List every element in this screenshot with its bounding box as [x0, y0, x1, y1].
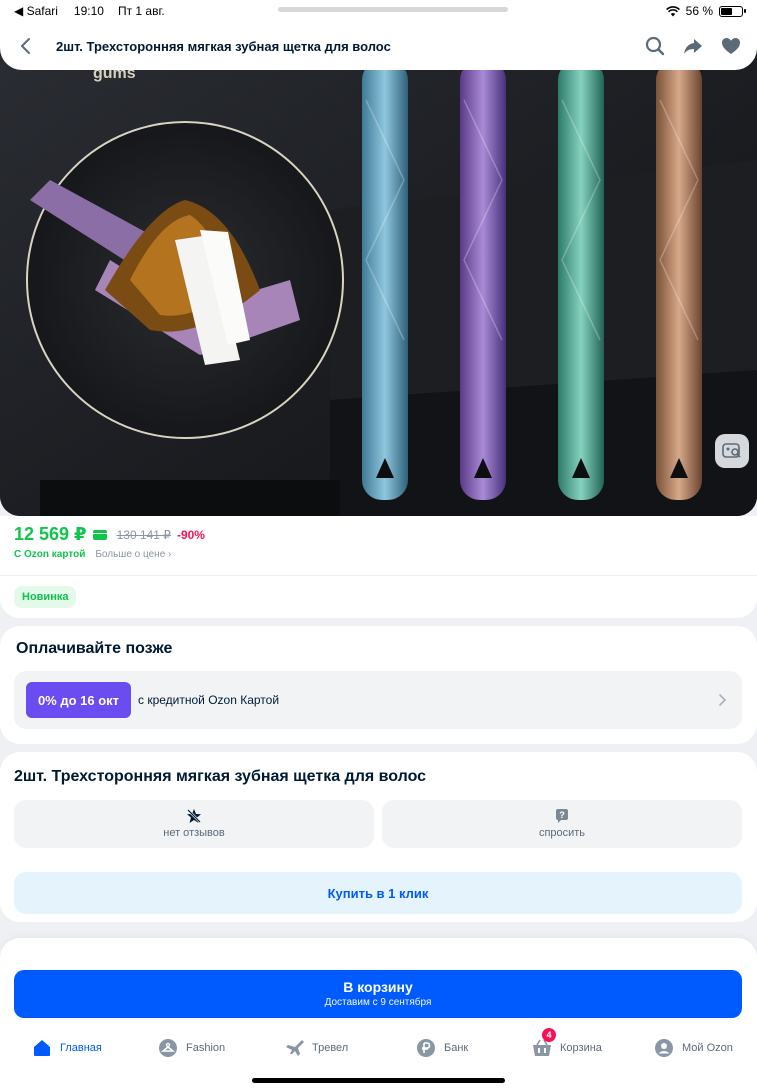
image-search-button[interactable] [715, 434, 749, 468]
tab-home[interactable]: Главная [32, 1036, 102, 1060]
new-badge: Новинка [14, 586, 77, 608]
discount-badge: -90% [176, 527, 205, 542]
tab-bar: Главная Fashion Тревел Банк 4 Корзина Мо… [0, 1028, 757, 1066]
home-indicator[interactable] [252, 1078, 505, 1083]
bottom-panel: В корзину Доставим с 9 сентября Главная … [0, 938, 757, 1090]
add-to-cart-button[interactable]: В корзину Доставим с 9 сентября [14, 970, 742, 1018]
hanger-icon [158, 1038, 178, 1058]
tab-label: Банк [444, 1042, 469, 1054]
product-image[interactable]: gums [0, 40, 757, 516]
battery-icon [719, 5, 746, 17]
ruble-icon [416, 1038, 436, 1058]
pay-later-card: Оплачивайте позже 0% до 16 окт с кредитн… [0, 626, 757, 744]
buy-one-click-button[interactable]: Купить в 1 клик [14, 872, 742, 914]
delivery-date: Доставим с 9 сентября [324, 997, 432, 1008]
credit-card-text: с кредитной Ozon Картой [138, 693, 280, 707]
tab-label: Мой Ozon [682, 1042, 733, 1054]
divider [0, 575, 757, 576]
status-bar: ◀ Safari 19:10 Пт 1 авг. 56 % [0, 0, 757, 22]
tab-label: Fashion [186, 1042, 226, 1054]
ask-label: спросить [538, 827, 586, 839]
add-to-cart-label: В корзину [343, 979, 413, 995]
star-off-icon [187, 809, 201, 823]
svg-text:?: ? [559, 810, 565, 820]
page-title: 2шт. Трехсторонняя мягкая зубная щетка д… [56, 39, 391, 54]
more-about-price-link[interactable]: Больше о цене › [95, 549, 171, 560]
basket-icon: 4 [532, 1028, 556, 1058]
ozon-card-label: С Ozon картой [14, 549, 86, 560]
top-bar: 2шт. Трехсторонняя мягкая зубная щетка д… [0, 22, 757, 70]
price-with-card: 12 569 ₽ [14, 524, 87, 544]
question-bubble-icon: ? [556, 809, 568, 823]
tab-travel[interactable]: Тревел [284, 1036, 348, 1060]
status-date: Пт 1 авг. [117, 4, 165, 18]
product-page: ◀ Safari 19:10 Пт 1 авг. 56 % gums 2шт. … [0, 0, 757, 1090]
multitask-handle[interactable] [278, 7, 508, 12]
back-to-app-link[interactable]: ◀ Safari [14, 4, 58, 18]
home-icon [32, 1038, 52, 1058]
cart-count-badge: 4 [542, 1028, 556, 1042]
tab-fashion[interactable]: Fashion [158, 1036, 225, 1060]
tab-label: Корзина [560, 1042, 602, 1054]
price-card: 12 569 ₽ 130 141 ₽ -90% С Ozon картой Бо… [0, 516, 757, 618]
plane-icon [284, 1038, 304, 1058]
profile-icon [654, 1038, 674, 1058]
tab-label: Главная [60, 1042, 102, 1054]
reviews-button[interactable]: нет отзывов [14, 800, 374, 848]
product-info-card: 2шт. Трехсторонняя мягкая зубная щетка д… [0, 752, 757, 922]
status-time: 19:10 [73, 4, 104, 18]
battery-percent: 56 % [685, 4, 713, 18]
old-price: 130 141 ₽ [116, 527, 171, 542]
wifi-icon [665, 5, 680, 16]
credit-card-offer[interactable]: 0% до 16 окт с кредитной Ozon Картой [14, 671, 742, 729]
tab-label: Тревел [312, 1042, 349, 1054]
price-row[interactable]: 12 569 ₽ 130 141 ₽ -90% [14, 524, 205, 545]
favorite-heart-icon[interactable] [719, 34, 743, 58]
product-title: 2шт. Трехсторонняя мягкая зубная щетка д… [14, 768, 427, 785]
image-search-icon [722, 443, 741, 458]
tab-cart[interactable]: 4 Корзина [532, 1028, 602, 1060]
back-icon[interactable] [14, 34, 38, 58]
tab-my-ozon[interactable]: Мой Ozon [654, 1036, 733, 1060]
reviews-label: нет отзывов [163, 827, 225, 839]
tab-bank[interactable]: Банк [416, 1036, 468, 1060]
toothbrush-photo: gums [0, 40, 757, 516]
ask-question-button[interactable]: ? спросить [382, 800, 742, 848]
share-icon[interactable] [681, 34, 705, 58]
search-icon[interactable] [643, 34, 667, 58]
ozon-card-icon [92, 529, 107, 540]
chevron-right-icon [719, 694, 727, 706]
installment-chip: 0% до 16 окт [26, 682, 131, 718]
pay-later-title: Оплачивайте позже [16, 640, 173, 657]
